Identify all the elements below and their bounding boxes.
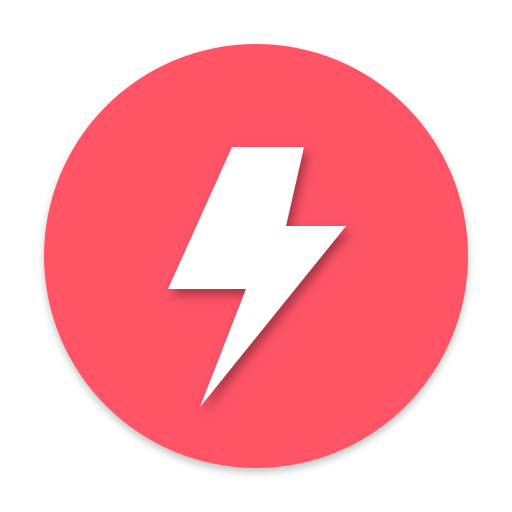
app-icon-stage [0, 0, 512, 512]
app-icon[interactable] [0, 0, 512, 512]
